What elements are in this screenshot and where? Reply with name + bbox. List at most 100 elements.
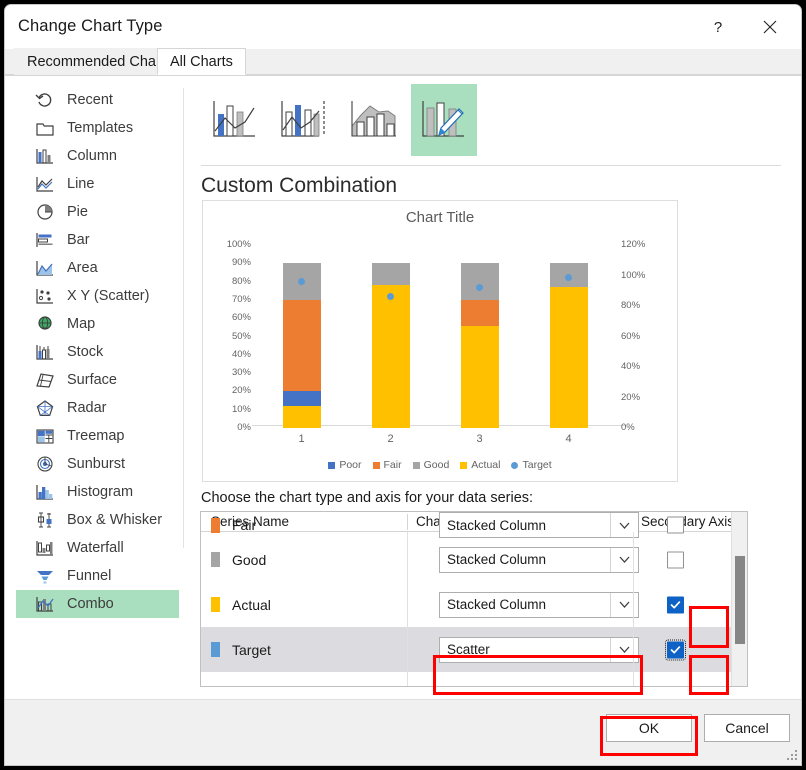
column-divider-2 <box>633 532 634 686</box>
secondary-axis-checkbox-target[interactable] <box>665 639 686 660</box>
stock-icon <box>34 342 56 362</box>
ok-button[interactable]: OK <box>606 714 692 742</box>
cancel-button[interactable]: Cancel <box>704 714 790 742</box>
primary-tick: 0% <box>237 422 251 433</box>
series-row-actual[interactable]: Actual Stacked Column <box>201 582 747 627</box>
chart-type-item-templates[interactable]: Templates <box>16 114 179 142</box>
gallery-stacked-area-clustered-column[interactable] <box>341 84 407 156</box>
legend-label: Poor <box>339 459 362 471</box>
legend-item-target: Target <box>511 459 552 471</box>
title-bar: Change Chart Type ? <box>5 5 801 49</box>
chart-type-item-waterfall[interactable]: Waterfall <box>16 534 179 562</box>
chart-type-select-value[interactable]: Stacked Column <box>439 546 639 573</box>
chart-type-label: Recent <box>67 92 113 108</box>
primary-tick: 90% <box>231 257 251 269</box>
bar-segment-good <box>460 263 499 300</box>
legend-swatch <box>511 461 519 469</box>
resize-grip[interactable] <box>787 750 799 762</box>
legend-item-actual: Actual <box>460 459 500 471</box>
primary-tick: 10% <box>231 403 251 415</box>
help-icon[interactable]: ? <box>695 5 741 49</box>
chart-type-select-value[interactable]: Stacked Column <box>439 591 639 618</box>
pie-icon <box>34 202 56 222</box>
chart-type-item-column[interactable]: Column <box>16 142 179 170</box>
gallery-custom-combination[interactable] <box>411 84 477 156</box>
secondary-axis-checkbox-fair[interactable] <box>667 516 684 534</box>
chart-type-label: Radar <box>67 400 107 416</box>
primary-tick: 30% <box>231 367 251 379</box>
chart-type-item-histogram[interactable]: Histogram <box>16 478 179 506</box>
close-icon[interactable] <box>747 5 793 49</box>
chart-type-item-bar[interactable]: Bar <box>16 226 179 254</box>
box-whisker-icon <box>34 510 56 530</box>
tab-all-charts[interactable]: All Charts <box>157 48 246 75</box>
series-row-fair[interactable]: Fair Stacked Column <box>201 512 747 538</box>
bar-segment-actual <box>282 406 321 428</box>
bar-group <box>460 245 499 428</box>
bar-group <box>549 245 588 428</box>
chart-type-label: Area <box>67 260 98 276</box>
legend-item-poor: Poor <box>328 459 362 471</box>
series-name-label: Target <box>232 641 271 658</box>
series-scrollbar[interactable] <box>731 512 747 686</box>
chart-type-select-target[interactable]: Scatter <box>439 636 639 663</box>
bar-segment-actual <box>549 287 588 428</box>
list-divider <box>183 88 184 548</box>
chart-legend: Poor Fair Good Actual Target <box>203 459 677 471</box>
secondary-axis-checkbox-good[interactable] <box>667 551 684 568</box>
combo-variant-gallery[interactable] <box>201 84 685 162</box>
chart-type-item-box-whisker[interactable]: Box & Whisker <box>16 506 179 534</box>
histogram-icon <box>34 482 56 502</box>
templates-icon <box>34 118 56 138</box>
chart-type-item-area[interactable]: Area <box>16 254 179 282</box>
series-name-cell: Actual <box>211 597 271 613</box>
series-row-target[interactable]: Target Scatter <box>201 627 747 672</box>
legend-label: Target <box>522 459 552 471</box>
category-label: 4 <box>565 433 572 445</box>
chart-type-label: Bar <box>67 232 90 248</box>
chart-type-item-funnel[interactable]: Funnel <box>16 562 179 590</box>
chart-type-item-x-y-scatter[interactable]: X Y (Scatter) <box>16 282 179 310</box>
chart-type-value-text: Stacked Column <box>447 517 547 533</box>
primary-tick: 20% <box>231 385 251 397</box>
gallery-clustered-column-line[interactable] <box>201 84 267 156</box>
line-icon <box>34 174 56 194</box>
bar-segment-fair <box>460 299 499 326</box>
secondary-axis-checkbox-actual[interactable] <box>667 596 684 613</box>
chart-type-list[interactable]: Recent Templates Column Line Pie Bar Area X Y (… <box>15 85 180 685</box>
series-name-cell: Target <box>211 642 271 658</box>
column-divider-1 <box>407 532 408 686</box>
chart-type-item-stock[interactable]: Stock <box>16 338 179 366</box>
scrollbar-thumb[interactable] <box>735 556 745 644</box>
chart-type-item-recent[interactable]: Recent <box>16 86 179 114</box>
series-name-cell: Fair <box>211 517 256 533</box>
legend-label: Good <box>423 459 450 471</box>
gallery-clustered-column-line-on-secondary-axis[interactable] <box>271 84 337 156</box>
chart-type-item-surface[interactable]: Surface <box>16 366 179 394</box>
chart-type-item-combo[interactable]: Combo <box>16 590 179 618</box>
series-name-cell: Good <box>211 552 266 568</box>
chart-type-select-value[interactable]: Scatter <box>439 636 639 663</box>
legend-item-fair: Fair <box>372 459 402 471</box>
chart-type-item-pie[interactable]: Pie <box>16 198 179 226</box>
area-icon <box>34 258 56 278</box>
chart-type-select-fair[interactable]: Stacked Column <box>439 512 639 538</box>
chart-type-item-map[interactable]: Map <box>16 310 179 338</box>
legend-item-good: Good <box>412 459 450 471</box>
chart-type-select-good[interactable]: Stacked Column <box>439 546 639 573</box>
dialog-footer: OK Cancel <box>5 699 801 765</box>
map-icon <box>34 314 56 334</box>
chart-type-label: Surface <box>67 372 117 388</box>
radar-icon <box>34 398 56 418</box>
chart-type-label: Pie <box>67 204 88 220</box>
primary-tick: 70% <box>231 293 251 305</box>
chart-type-select-value[interactable]: Stacked Column <box>439 512 639 538</box>
chart-title: Chart Title <box>405 209 475 226</box>
chart-type-item-sunburst[interactable]: Sunburst <box>16 450 179 478</box>
series-row-good[interactable]: Good Stacked Column <box>201 537 747 582</box>
chart-type-select-actual[interactable]: Stacked Column <box>439 591 639 618</box>
chart-type-item-line[interactable]: Line <box>16 170 179 198</box>
chart-type-item-treemap[interactable]: Treemap <box>16 422 179 450</box>
chart-type-item-radar[interactable]: Radar <box>16 394 179 422</box>
legend-swatch <box>412 461 420 469</box>
